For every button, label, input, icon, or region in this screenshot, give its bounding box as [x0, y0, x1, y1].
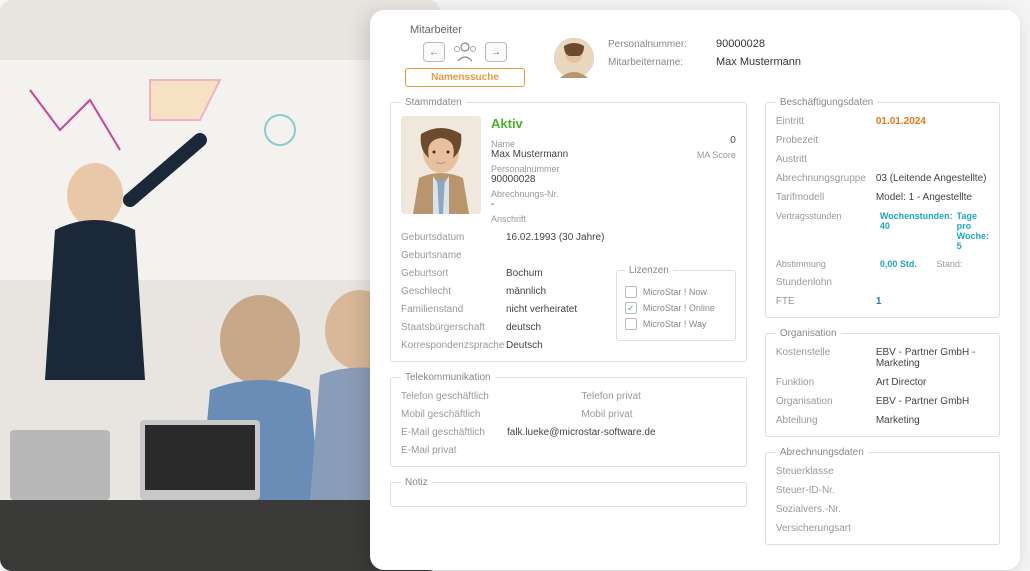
email-private-label: E-Mail privat	[401, 445, 501, 456]
abrechnung-legend: Abrechnungsdaten	[776, 447, 868, 458]
employee-name-value: Max Mustermann	[716, 56, 801, 68]
stamm-row-label: Geburtsort	[401, 268, 506, 279]
page-title: Mitarbeiter	[410, 24, 540, 36]
prev-button[interactable]: ←	[423, 42, 445, 62]
stamm-row-label: Korrespondenzsprache	[401, 340, 506, 351]
license-row[interactable]: MicroStar ! Now	[625, 286, 727, 298]
org-value: EBV - Partner GmbH	[876, 396, 989, 407]
tarif-label: Tarifmodell	[776, 192, 876, 203]
stamm-row-label: Staatsbürgerschaft	[401, 322, 506, 333]
licenses-legend: Lizenzen	[625, 265, 673, 276]
employee-panel: Mitarbeiter ← → Namenssuche Personalnumm…	[370, 10, 1020, 570]
tageprowoche-value: Tage pro Woche: 5	[957, 211, 989, 251]
notiz-section: Notiz	[390, 477, 747, 507]
abstimmung-value: 0,00 Std.	[880, 259, 933, 269]
abrgruppe-value: 03 (Leitende Angestellte)	[876, 173, 989, 184]
stamm-row-value: Deutsch	[506, 340, 736, 351]
steuerklasse-label: Steuerklasse	[776, 466, 876, 477]
stamm-row-label: Geburtsdatum	[401, 232, 506, 243]
employee-name-label: Mitarbeitername:	[608, 57, 708, 68]
checkbox-icon[interactable]: ✓	[625, 302, 637, 314]
stamm-row-value: 16.02.1993 (30 Jahre)	[506, 232, 736, 243]
pnr-label: Personalnummer	[491, 164, 736, 174]
fte-label: FTE	[776, 296, 876, 307]
abrnr-value: -	[491, 199, 736, 210]
eintritt-label: Eintritt	[776, 116, 876, 127]
name-search-button[interactable]: Namenssuche	[405, 68, 525, 87]
checkbox-icon[interactable]	[625, 286, 637, 298]
wochenstd-value: Wochenstunden: 40	[880, 211, 953, 251]
stammdaten-section: Stammdaten Aktiv Name Max Mustermann	[390, 97, 747, 362]
personalnr-value: 90000028	[716, 38, 765, 50]
people-icon	[451, 40, 479, 64]
name-value: Max Mustermann	[491, 149, 568, 160]
telecom-section: Telekommunikation Telefon geschäftlich T…	[390, 372, 747, 467]
employment-section: Beschäftigungsdaten Eintritt 01.01.2024 …	[765, 97, 1000, 318]
license-label: MicroStar ! Now	[643, 287, 707, 297]
licenses-section: Lizenzen MicroStar ! Now ✓ MicroStar ! Onl…	[616, 265, 736, 341]
steuerid-label: Steuer-ID-Nr.	[776, 485, 876, 496]
stand-label: Stand:	[936, 259, 989, 269]
organisation-legend: Organisation	[776, 328, 841, 339]
abteilung-value: Marketing	[876, 415, 989, 426]
abteilung-label: Abteilung	[776, 415, 876, 426]
checkbox-icon[interactable]	[625, 318, 637, 330]
versart-label: Versicherungsart	[776, 523, 876, 534]
mob-private-label: Mobil privat	[581, 409, 661, 420]
org-label: Organisation	[776, 396, 876, 407]
tel-private-label: Telefon privat	[581, 391, 661, 402]
organisation-section: Organisation Kostenstelle EBV - Partner …	[765, 328, 1000, 437]
score-value: 0	[686, 135, 736, 146]
kostenstelle-value: EBV - Partner GmbH - Marketing	[876, 347, 989, 369]
abstimmung-label: Abstimmung	[776, 259, 876, 269]
anschrift-label: Anschrift	[491, 214, 736, 224]
kostenstelle-label: Kostenstelle	[776, 347, 876, 369]
email-business-value: falk.lueke@microstar-software.de	[507, 427, 736, 438]
eintritt-value: 01.01.2024	[876, 116, 989, 127]
license-row[interactable]: ✓ MicroStar ! Online	[625, 302, 727, 314]
stamm-row-value	[506, 250, 736, 261]
license-row[interactable]: MicroStar ! Way	[625, 318, 727, 330]
fte-value: 1	[876, 296, 989, 307]
stundenlohn-label: Stundenlohn	[776, 277, 876, 288]
abrnr-label: Abrechnungs-Nr.	[491, 189, 736, 199]
funktion-value: Art Director	[876, 377, 989, 388]
funktion-label: Funktion	[776, 377, 876, 388]
stamm-row-label: Familienstand	[401, 304, 506, 315]
license-label: MicroStar ! Way	[643, 319, 707, 329]
pnr-value: 90000028	[491, 174, 736, 185]
personalnr-label: Personalnummer:	[608, 39, 708, 50]
avatar-large	[401, 116, 481, 214]
stammdaten-legend: Stammdaten	[401, 97, 466, 108]
austritt-label: Austritt	[776, 154, 876, 165]
license-label: MicroStar ! Online	[643, 303, 715, 313]
probezeit-label: Probezeit	[776, 135, 876, 146]
tarif-value: Model: 1 - Angestellte	[876, 192, 989, 203]
email-business-label: E-Mail geschäftlich	[401, 427, 501, 438]
avatar-small	[554, 38, 594, 78]
stamm-row-label: Geschlecht	[401, 286, 506, 297]
tel-business-label: Telefon geschäftlich	[401, 391, 501, 402]
score-label: MA Score	[686, 150, 736, 160]
name-label: Name	[491, 139, 568, 149]
mob-business-label: Mobil geschäftlich	[401, 409, 501, 420]
employment-legend: Beschäftigungsdaten	[776, 97, 877, 108]
abrgruppe-label: Abrechnungsgruppe	[776, 173, 876, 184]
vertrag-label: Vertragsstunden	[776, 211, 876, 251]
abrechnung-section: Abrechnungsdaten Steuerklasse Steuer-ID-…	[765, 447, 1000, 545]
status-badge: Aktiv	[491, 116, 736, 131]
stamm-row-label: Geburtsname	[401, 250, 506, 261]
sozialvers-label: Sozialvers.-Nr.	[776, 504, 876, 515]
telecom-legend: Telekommunikation	[401, 372, 495, 383]
notiz-legend: Notiz	[401, 477, 432, 488]
next-button[interactable]: →	[485, 42, 507, 62]
